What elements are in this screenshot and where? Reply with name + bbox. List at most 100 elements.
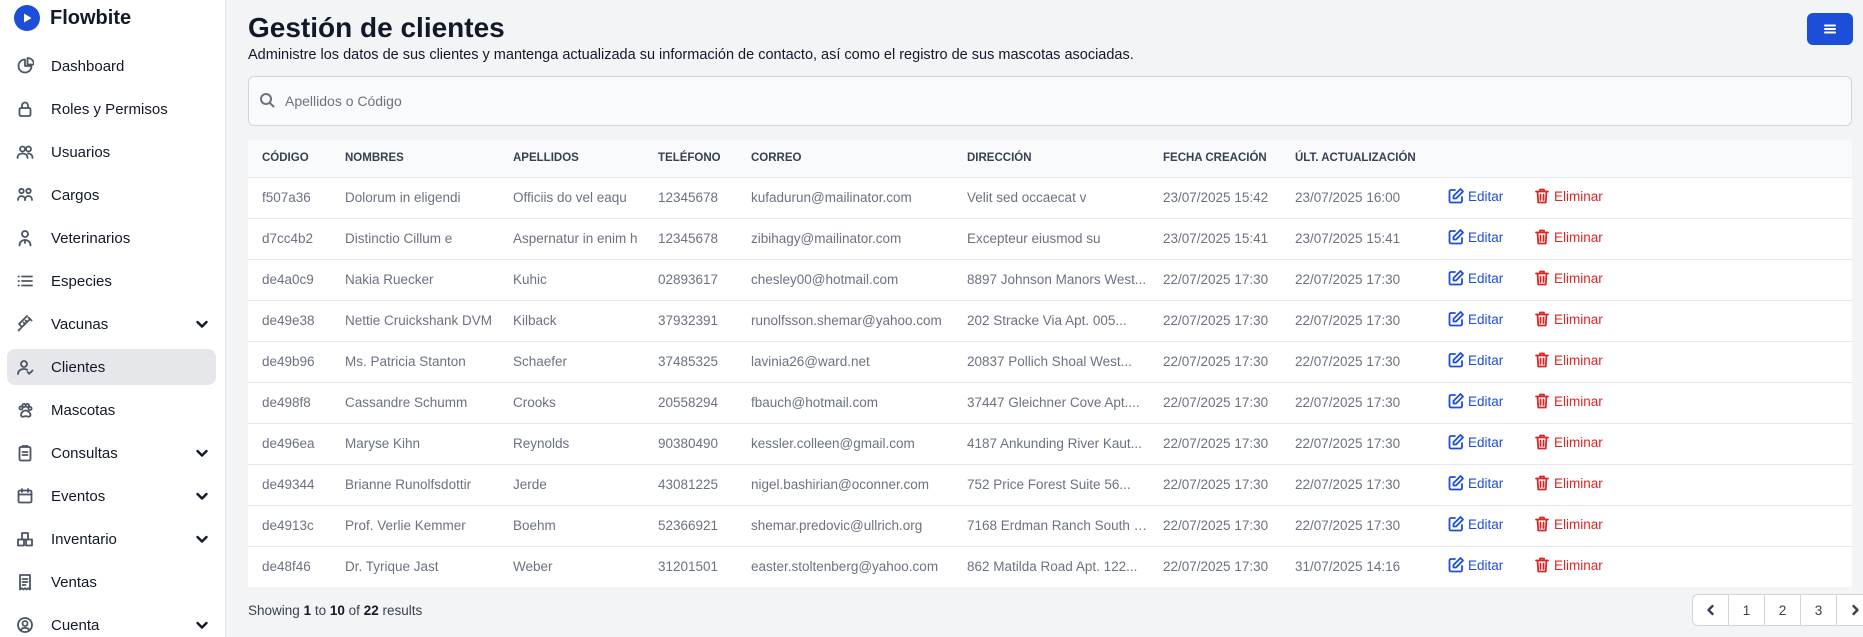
delete-button[interactable]: Eliminar — [1533, 556, 1603, 574]
search-icon — [259, 92, 277, 110]
sidebar-item-label: Eventos — [51, 487, 106, 505]
cell-codigo: de4913c — [262, 518, 314, 533]
cell-apellidos: Boehm — [513, 518, 556, 533]
sidebar-item-label: Especies — [51, 272, 112, 290]
page-button-2[interactable]: 2 — [1765, 595, 1801, 625]
delete-button[interactable]: Eliminar — [1533, 269, 1603, 287]
cell-edit: Editar — [1433, 546, 1519, 587]
page-button-1[interactable]: 1 — [1729, 595, 1765, 625]
chevron-down-icon — [194, 531, 210, 547]
sidebar-item-cuenta[interactable]: Cuenta — [7, 607, 216, 637]
main-content: Gestión de clientes Administre los datos… — [227, 0, 1863, 637]
sidebar-item-especies[interactable]: Especies — [7, 263, 216, 299]
cell-nombres: Cassandre Schumm — [345, 395, 468, 410]
cell-edit: Editar — [1433, 341, 1519, 382]
sidebar-item-ventas[interactable]: Ventas — [7, 564, 216, 600]
delete-button[interactable]: Eliminar — [1533, 228, 1603, 246]
sidebar-item-vacunas[interactable]: Vacunas — [7, 306, 216, 342]
syringe-icon — [15, 314, 35, 334]
sidebar-item-veterinarios[interactable]: Veterinarios — [7, 220, 216, 256]
delete-button[interactable]: Eliminar — [1533, 515, 1603, 533]
sidebar-item-eventos[interactable]: Eventos — [7, 478, 216, 514]
edit-button[interactable]: Editar — [1447, 187, 1503, 205]
prev-page-button[interactable] — [1693, 595, 1729, 625]
edit-button[interactable]: Editar — [1447, 310, 1503, 328]
edit-button[interactable]: Editar — [1447, 515, 1503, 533]
edit-button[interactable]: Editar — [1447, 351, 1503, 369]
cell-correo: kessler.colleen@gmail.com — [751, 436, 915, 451]
delete-label: Eliminar — [1554, 229, 1603, 245]
cell-nombres: Distinctio Cillum e — [345, 231, 453, 246]
menu-button[interactable] — [1807, 13, 1853, 45]
results-word: results — [382, 603, 423, 618]
trash-icon — [1535, 393, 1549, 409]
page-button-3[interactable]: 3 — [1801, 595, 1837, 625]
sidebar-item-cargos[interactable]: Cargos — [7, 177, 216, 213]
sidebar-item-usuarios[interactable]: Usuarios — [7, 134, 216, 170]
sidebar-item-clientes[interactable]: Clientes — [7, 349, 216, 385]
cell-direccion: 37447 Gleichner Cove Apt.... — [967, 395, 1140, 410]
cell-direccion: 202 Stracke Via Apt. 005... — [967, 313, 1127, 328]
chevron-down-icon — [194, 445, 210, 461]
edit-button[interactable]: Editar — [1447, 269, 1503, 287]
sidebar-item-mascotas[interactable]: Mascotas — [7, 392, 216, 428]
users-icon — [15, 142, 35, 162]
next-page-button[interactable] — [1837, 595, 1863, 625]
sidebar-item-inventario[interactable]: Inventario — [7, 521, 216, 557]
edit-button[interactable]: Editar — [1447, 228, 1503, 246]
edit-button[interactable]: Editar — [1447, 556, 1503, 574]
cell-correo: nigel.bashirian@oconner.com — [751, 477, 930, 492]
cell-nombres: Dr. Tyrique Jast — [345, 559, 439, 575]
pencil-square-icon — [1448, 557, 1464, 573]
trash-icon — [1535, 270, 1549, 286]
sidebar-item-roles-y-permisos[interactable]: Roles y Permisos — [7, 91, 216, 127]
delete-label: Eliminar — [1554, 393, 1603, 409]
sidebar-item-label: Inventario — [51, 530, 117, 548]
delete-button[interactable]: Eliminar — [1533, 351, 1603, 369]
brand[interactable]: Flowbite — [0, 0, 225, 36]
column-header: ÚLT. ACTUALIZACIÓN — [1295, 152, 1416, 165]
brand-logo-icon — [14, 5, 40, 31]
clipboard-icon — [15, 443, 35, 463]
cell-delete: Eliminar — [1519, 218, 1852, 259]
cell-delete: Eliminar — [1519, 546, 1852, 587]
cell-fecha-creacion: 22/07/2025 17:30 — [1163, 477, 1269, 492]
cell-direccion: 20837 Pollich Shoal West... — [967, 354, 1132, 369]
cell-delete: Eliminar — [1519, 300, 1852, 341]
cell-ult-actualizacion: 23/07/2025 15:41 — [1295, 231, 1401, 246]
cell-apellidos: Reynolds — [513, 436, 570, 451]
edit-button[interactable]: Editar — [1447, 392, 1503, 410]
cell-telefono: 52366921 — [658, 518, 719, 533]
delete-button[interactable]: Eliminar — [1533, 433, 1603, 451]
edit-label: Editar — [1468, 229, 1504, 245]
cell-codigo: f507a36 — [262, 190, 311, 205]
chevron-down-icon — [194, 617, 210, 633]
cell-delete: Eliminar — [1519, 382, 1852, 423]
cell-direccion: Excepteur eiusmod su — [967, 231, 1101, 246]
delete-label: Eliminar — [1554, 270, 1603, 286]
cell-delete: Eliminar — [1519, 505, 1852, 546]
sidebar-item-consultas[interactable]: Consultas — [7, 435, 216, 471]
results-from: 1 — [303, 603, 312, 618]
pencil-square-icon — [1448, 475, 1464, 491]
search-input[interactable] — [285, 93, 1785, 109]
cell-delete: Eliminar — [1519, 423, 1852, 464]
cell-nombres: Brianne Runolfsdottir — [345, 477, 472, 492]
column-header: APELLIDOS — [513, 152, 579, 165]
delete-button[interactable]: Eliminar — [1533, 474, 1603, 492]
cell-direccion: Velit sed occaecat v — [967, 190, 1087, 205]
cell-telefono: 43081225 — [658, 477, 719, 492]
cell-correo: shemar.predovic@ullrich.org — [751, 518, 923, 533]
cell-delete: Eliminar — [1519, 177, 1852, 218]
delete-button[interactable]: Eliminar — [1533, 187, 1603, 205]
edit-button[interactable]: Editar — [1447, 433, 1503, 451]
cell-nombres: Nettie Cruickshank DVM — [345, 313, 493, 328]
edit-button[interactable]: Editar — [1447, 474, 1503, 492]
cell-telefono: 12345678 — [658, 190, 719, 205]
results-total: 22 — [363, 603, 379, 618]
delete-button[interactable]: Eliminar — [1533, 392, 1603, 410]
cell-codigo: de49b96 — [262, 354, 315, 369]
edit-label: Editar — [1468, 311, 1504, 327]
delete-button[interactable]: Eliminar — [1533, 310, 1603, 328]
sidebar-item-dashboard[interactable]: Dashboard — [7, 48, 216, 84]
